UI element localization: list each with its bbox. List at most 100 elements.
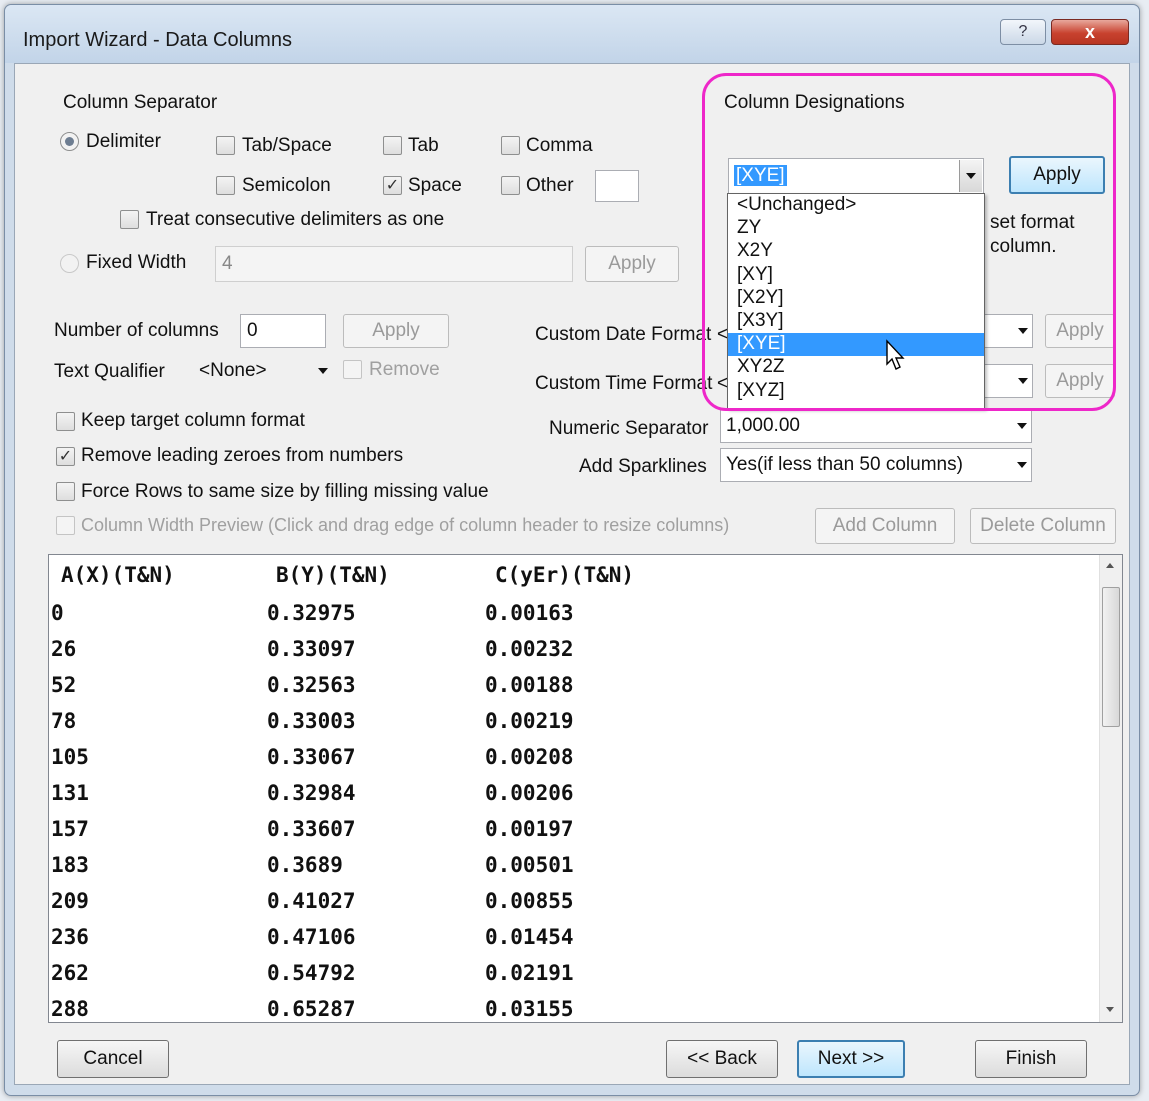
tab-checkbox[interactable] — [383, 136, 402, 155]
table-cell: 0.32975 — [267, 601, 356, 625]
add-sparklines-combo[interactable]: Yes(if less than 50 columns) — [720, 448, 1032, 482]
numeric-separator-label: Numeric Separator — [549, 418, 709, 439]
keep-target-format-checkbox[interactable] — [56, 412, 75, 431]
table-cell: 0.00219 — [485, 709, 574, 733]
number-of-columns-label: Number of columns — [54, 320, 219, 341]
table-cell: 0.00197 — [485, 817, 574, 841]
table-cell: 0.33067 — [267, 745, 356, 769]
table-row: 209 0.41027 0.00855 — [49, 889, 1089, 925]
remove-leading-zeroes-checkbox[interactable]: ✓ — [56, 447, 75, 466]
consecutive-delimiters-checkbox[interactable] — [120, 210, 139, 229]
radio-selected-dot — [65, 137, 74, 146]
fixed-width-label: Fixed Width — [86, 252, 187, 273]
table-row: 183 0.3689 0.00501 — [49, 853, 1089, 889]
table-cell: 0.03155 — [485, 997, 574, 1021]
scroll-thumb[interactable] — [1102, 587, 1120, 727]
fixed-width-apply-button[interactable]: Apply — [585, 246, 679, 282]
tab-space-label: Tab/Space — [242, 135, 332, 156]
semicolon-checkbox[interactable] — [216, 176, 235, 195]
table-cell: 0.00163 — [485, 601, 574, 625]
table-cell: 78 — [51, 709, 77, 733]
text-qualifier-combo[interactable]: <None> — [193, 354, 333, 388]
table-cell: 262 — [51, 961, 89, 985]
table-cell: 0.47106 — [267, 925, 356, 949]
table-cell: 0.00208 — [485, 745, 574, 769]
numeric-separator-combo[interactable]: 1,000.00 — [720, 409, 1032, 443]
scroll-down-arrow-icon[interactable] — [1106, 1007, 1114, 1012]
table-cell: 0.33003 — [267, 709, 356, 733]
table-cell: 0.3689 — [267, 853, 343, 877]
table-cell: 0.32984 — [267, 781, 356, 805]
table-cell: 0.00501 — [485, 853, 574, 877]
header-col-c[interactable]: C(yEr)(T&N) — [495, 563, 634, 587]
number-of-columns-apply-button[interactable]: Apply — [343, 314, 449, 348]
text-qualifier-label: Text Qualifier — [54, 361, 165, 382]
table-row: 236 0.47106 0.01454 — [49, 925, 1089, 961]
vertical-scrollbar[interactable] — [1099, 555, 1122, 1022]
remove-qualifier-checkbox[interactable] — [343, 360, 362, 379]
scroll-up-arrow-icon[interactable] — [1106, 563, 1114, 568]
fixed-width-input[interactable]: 4 — [215, 246, 573, 282]
cancel-button[interactable]: Cancel — [57, 1040, 169, 1078]
next-button[interactable]: Next >> — [797, 1040, 905, 1078]
table-cell: 0.00188 — [485, 673, 574, 697]
chevron-down-icon — [318, 368, 328, 374]
remove-qualifier-label: Remove — [369, 359, 440, 380]
header-col-b[interactable]: B(Y)(T&N) — [276, 563, 390, 587]
preview-header-row: A(X)(T&N) B(Y)(T&N) C(yEr)(T&N) — [49, 563, 1089, 599]
chevron-down-icon — [1017, 462, 1027, 468]
table-row: 52 0.32563 0.00188 — [49, 673, 1089, 709]
table-row: 26 0.33097 0.00232 — [49, 637, 1089, 673]
table-cell: 0.00855 — [485, 889, 574, 913]
comma-checkbox[interactable] — [501, 136, 520, 155]
delete-column-button[interactable]: Delete Column — [970, 508, 1116, 544]
keep-target-format-label: Keep target column format — [81, 410, 305, 431]
space-checkbox[interactable]: ✓ — [383, 176, 402, 195]
fixed-width-radio[interactable] — [60, 254, 79, 273]
import-wizard-window: Import Wizard - Data Columns ? x Column … — [4, 4, 1140, 1096]
table-cell: 52 — [51, 673, 77, 697]
delimiter-radio[interactable] — [60, 132, 79, 151]
table-row: 78 0.33003 0.00219 — [49, 709, 1089, 745]
comma-label: Comma — [526, 135, 593, 156]
number-of-columns-input[interactable]: 0 — [240, 314, 326, 348]
numeric-separator-value: 1,000.00 — [726, 415, 800, 436]
back-button[interactable]: << Back — [666, 1040, 778, 1078]
table-row: 131 0.32984 0.00206 — [49, 781, 1089, 817]
other-checkbox[interactable] — [501, 176, 520, 195]
other-label: Other — [526, 175, 574, 196]
data-preview-grid[interactable]: A(X)(T&N) B(Y)(T&N) C(yEr)(T&N) 0 0.32975… — [48, 554, 1123, 1023]
tab-space-checkbox[interactable] — [216, 136, 235, 155]
finish-button[interactable]: Finish — [975, 1040, 1087, 1078]
table-cell: 0.32563 — [267, 673, 356, 697]
force-rows-checkbox[interactable] — [56, 482, 75, 501]
table-cell: 0.33097 — [267, 637, 356, 661]
table-cell: 236 — [51, 925, 89, 949]
table-row: 105 0.33067 0.00208 — [49, 745, 1089, 781]
space-label: Space — [408, 175, 462, 196]
other-delimiter-input[interactable] — [595, 170, 639, 202]
table-cell: 0.01454 — [485, 925, 574, 949]
add-sparklines-label: Add Sparklines — [579, 456, 707, 477]
close-button[interactable]: x — [1051, 19, 1129, 45]
add-sparklines-value: Yes(if less than 50 columns) — [726, 454, 963, 475]
table-cell: 26 — [51, 637, 77, 661]
column-width-preview-checkbox[interactable] — [56, 516, 75, 535]
table-row: 0 0.32975 0.00163 — [49, 601, 1089, 637]
table-cell: 0.33607 — [267, 817, 356, 841]
remove-leading-zeroes-label: Remove leading zeroes from numbers — [81, 445, 404, 466]
consecutive-delimiters-label: Treat consecutive delimiters as one — [146, 209, 445, 230]
column-width-preview-label: Column Width Preview (Click and drag edg… — [81, 515, 730, 535]
add-column-button[interactable]: Add Column — [815, 508, 955, 544]
text-qualifier-value: <None> — [199, 360, 267, 381]
table-row: 262 0.54792 0.02191 — [49, 961, 1089, 997]
custom-time-format-label: Custom Time Format — [535, 373, 713, 394]
table-cell: 131 — [51, 781, 89, 805]
annotation-highlight-box — [702, 73, 1116, 411]
chevron-down-icon — [1017, 423, 1027, 429]
help-button[interactable]: ? — [1000, 19, 1046, 45]
delimiter-label: Delimiter — [86, 131, 161, 152]
header-col-a[interactable]: A(X)(T&N) — [61, 563, 175, 587]
table-cell: 157 — [51, 817, 89, 841]
table-cell: 0.00206 — [485, 781, 574, 805]
